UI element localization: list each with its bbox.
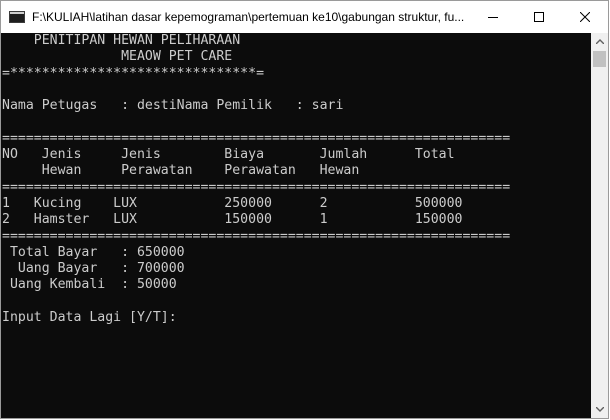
table-header-row-2: Hewan Perawatan Perawatan Hewan bbox=[2, 163, 360, 179]
table-row: 2 Hamster LUX 150000 1 150000 bbox=[2, 212, 463, 228]
table-header-row-1: NO Jenis Jenis Biaya Jumlah Total bbox=[2, 147, 455, 163]
table-divider-top: ========================================… bbox=[2, 130, 511, 146]
window-title: F:\KULIAH\latihan dasar kepemograman\per… bbox=[32, 10, 465, 24]
minimize-icon bbox=[488, 17, 498, 18]
close-icon bbox=[580, 12, 590, 22]
minimize-button[interactable] bbox=[470, 1, 516, 33]
console-app-icon[interactable] bbox=[9, 11, 25, 23]
chevron-up-icon bbox=[595, 39, 604, 44]
console-window: F:\KULIAH\latihan dasar kepemograman\per… bbox=[0, 0, 609, 419]
scrollbar-thumb[interactable] bbox=[593, 51, 606, 67]
close-button[interactable] bbox=[562, 1, 608, 33]
maximize-button[interactable] bbox=[516, 1, 562, 33]
title-bar[interactable]: F:\KULIAH\latihan dasar kepemograman\per… bbox=[1, 1, 608, 33]
header-subtitle-line: MEAOW PET CARE bbox=[2, 49, 233, 65]
scroll-up-button[interactable] bbox=[591, 33, 608, 50]
table-divider-bottom: ========================================… bbox=[2, 228, 511, 244]
vertical-scrollbar[interactable] bbox=[591, 33, 608, 418]
header-title-line: PENITIPAN HEWAN PELIHARAAN bbox=[2, 33, 241, 48]
header-divider-line: =*******************************= bbox=[2, 65, 265, 81]
total-payment-line: Total Bayar : 650000 bbox=[2, 244, 185, 260]
table-row: 1 Kucing LUX 250000 2 500000 bbox=[2, 195, 463, 211]
table-divider-middle: ========================================… bbox=[2, 179, 511, 195]
scroll-down-button[interactable] bbox=[591, 401, 608, 418]
input-prompt-line[interactable]: Input Data Lagi [Y/T]: bbox=[1, 310, 591, 326]
console-output[interactable]: PENITIPAN HEWAN PELIHARAAN MEAOW PET CAR… bbox=[1, 33, 591, 418]
amount-paid-line: Uang Bayar : 700000 bbox=[2, 261, 185, 277]
maximize-icon bbox=[534, 12, 544, 22]
window-controls bbox=[470, 1, 608, 33]
staff-owner-line: Nama Petugas : destiNama Pemilik : sari bbox=[2, 98, 344, 114]
change-line: Uang Kembali : 50000 bbox=[2, 277, 177, 293]
chevron-down-icon bbox=[595, 407, 604, 412]
